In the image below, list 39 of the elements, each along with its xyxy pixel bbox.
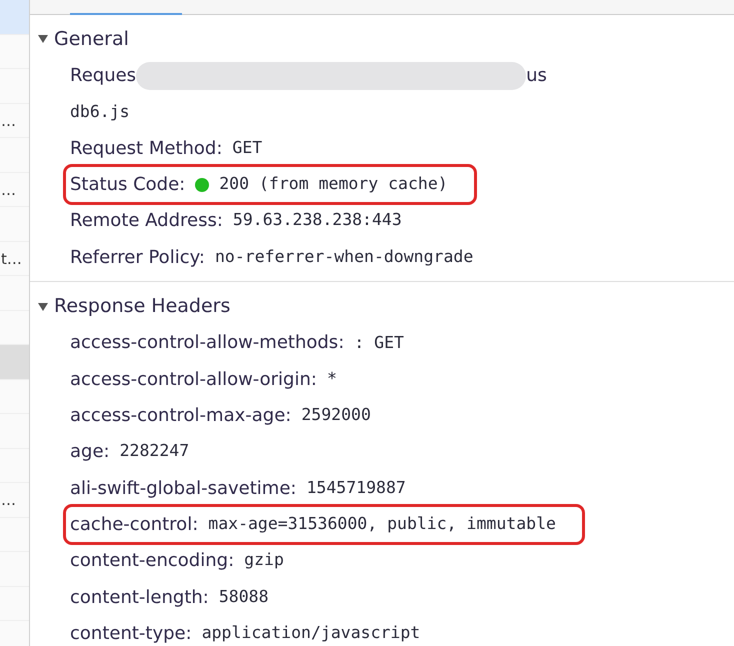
header-value: max-age=31536000, public, immutable — [208, 513, 556, 536]
header-name: content-encoding: — [70, 549, 234, 574]
header-name: ali-swift-global-savetime: — [70, 476, 296, 501]
header-name: Request Method: — [70, 136, 222, 161]
header-value: db6.js — [70, 100, 130, 123]
request-list-item[interactable]: … — [0, 172, 29, 207]
header-value: GET — [232, 136, 262, 159]
expanded-triangle-icon[interactable] — [38, 35, 48, 44]
header-name: content-length: — [70, 586, 209, 610]
header-value: 200 (from memory cache) — [219, 173, 448, 196]
request-list-item[interactable] — [0, 345, 29, 380]
request-list-item[interactable]: … — [0, 104, 29, 138]
header-name: access-control-max-age: — [70, 404, 292, 428]
header-value: us — [526, 64, 547, 88]
section-title[interactable]: Response Headers — [54, 292, 230, 321]
request-list-item[interactable]: t… — [0, 242, 29, 276]
header-name: cache-control: — [70, 512, 198, 537]
section-title[interactable]: General — [54, 25, 129, 54]
header-name: Referrer Policy: — [70, 246, 205, 270]
header-value: gzip — [244, 549, 284, 572]
header-value: 1545719887 — [306, 476, 406, 499]
header-name: age: — [70, 440, 110, 464]
header-value: application/javascript — [202, 622, 420, 644]
request-list-item[interactable] — [0, 0, 29, 34]
header-value: 2592000 — [301, 404, 371, 426]
header-name: Remote Address: — [70, 209, 223, 234]
header-name: access-control-allow-methods: — [70, 331, 344, 356]
expanded-triangle-icon[interactable] — [38, 302, 48, 311]
header-value: 2282247 — [120, 440, 190, 462]
header-value: * — [326, 368, 337, 390]
header-name: content-type: — [70, 622, 192, 646]
header-name: access-control-allow-origin: — [70, 368, 317, 392]
header-name: Status Code: — [70, 173, 186, 198]
header-value: : GET — [354, 332, 404, 354]
request-list-item[interactable]: … — [0, 483, 29, 518]
header-name: Reques — [70, 64, 136, 88]
header-value: 59.63.238.238:443 — [232, 209, 402, 232]
header-value: 58088 — [218, 586, 269, 608]
header-value: no-referrer-when-downgrade — [215, 246, 474, 268]
